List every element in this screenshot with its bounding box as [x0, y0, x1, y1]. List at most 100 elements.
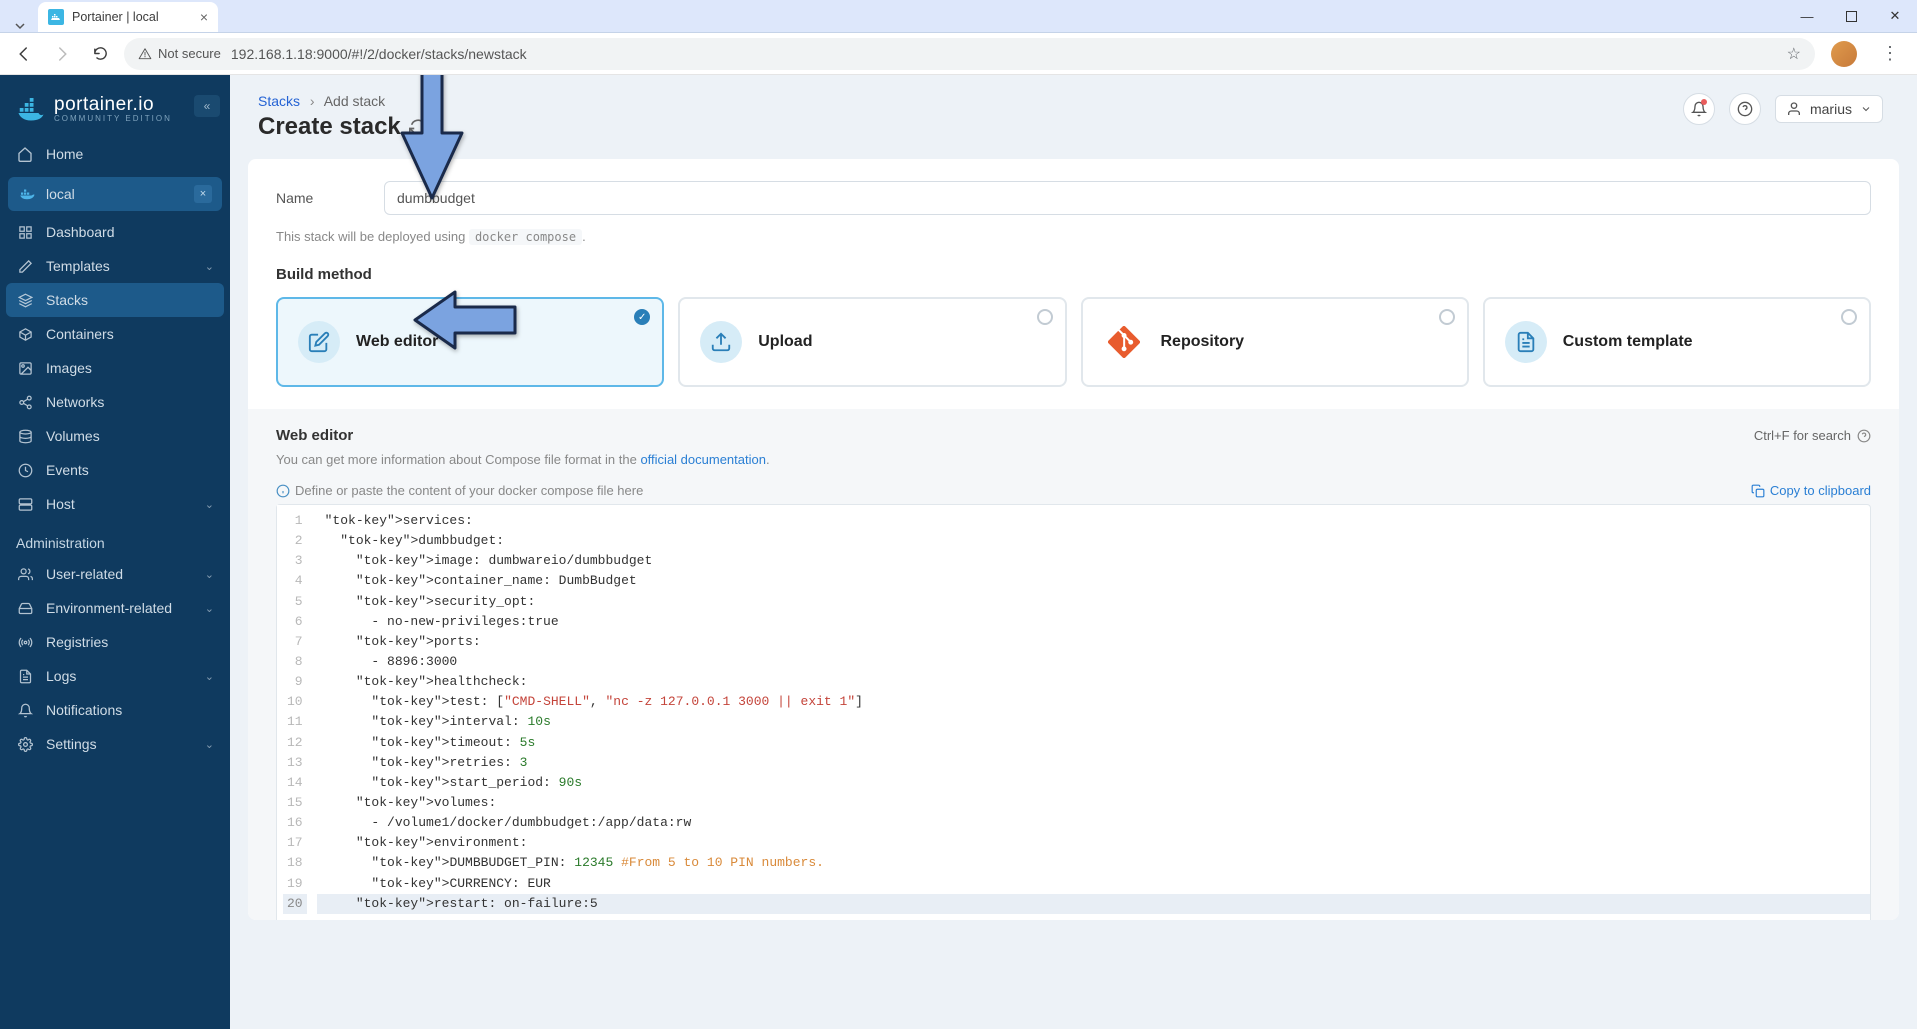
- build-method-custom-template[interactable]: Custom template: [1483, 297, 1871, 387]
- url-field[interactable]: Not secure 192.168.1.18:9000/#!/2/docker…: [124, 38, 1815, 70]
- search-hint: Ctrl+F for search: [1754, 428, 1871, 443]
- browser-tab-strip: Portainer | local × — ✕: [0, 0, 1917, 33]
- sidebar-label: User-related: [46, 566, 123, 582]
- sidebar-item-settings[interactable]: Settings ⌄: [0, 727, 230, 761]
- sidebar-item-logs[interactable]: Logs ⌄: [0, 659, 230, 693]
- chevron-down-icon: ⌄: [205, 260, 214, 273]
- security-badge[interactable]: Not secure: [138, 46, 221, 61]
- sidebar-item-home[interactable]: Home: [0, 137, 230, 171]
- database-icon: [16, 429, 34, 444]
- browser-menu-icon[interactable]: ⋮: [1873, 43, 1907, 64]
- browser-tab[interactable]: Portainer | local ×: [38, 2, 218, 32]
- sidebar-item-dashboard[interactable]: Dashboard: [0, 215, 230, 249]
- layers-icon: [16, 293, 34, 308]
- docker-icon: [18, 185, 36, 203]
- edit-icon: [298, 321, 340, 363]
- template-icon: [1505, 321, 1547, 363]
- environment-close-icon[interactable]: ×: [194, 185, 212, 203]
- home-icon: [16, 146, 34, 162]
- build-method-repository[interactable]: Repository: [1081, 297, 1469, 387]
- username-label: marius: [1810, 101, 1852, 117]
- sidebar-label: Home: [46, 146, 83, 162]
- sidebar: portainer.io COMMUNITY EDITION « Home lo…: [0, 75, 230, 1029]
- nav-reload-icon[interactable]: [86, 40, 114, 68]
- grid-icon: [16, 225, 34, 240]
- breadcrumb-current: Add stack: [324, 93, 385, 109]
- sidebar-label: Logs: [46, 668, 76, 684]
- sidebar-item-images[interactable]: Images: [0, 351, 230, 385]
- sidebar-environment-pill[interactable]: local ×: [8, 177, 222, 211]
- sidebar-logo: portainer.io COMMUNITY EDITION «: [0, 85, 230, 137]
- sidebar-label: Dashboard: [46, 224, 115, 240]
- sidebar-item-registries[interactable]: Registries: [0, 625, 230, 659]
- box-icon: [16, 327, 34, 342]
- users-icon: [16, 567, 34, 582]
- build-method-upload[interactable]: Upload: [678, 297, 1066, 387]
- build-method-heading: Build method: [276, 266, 1871, 283]
- sidebar-item-notifications[interactable]: Notifications: [0, 693, 230, 727]
- tab-close-icon[interactable]: ×: [200, 9, 208, 25]
- sidebar-item-networks[interactable]: Networks: [0, 385, 230, 419]
- page-title: Create stack: [258, 113, 427, 141]
- refresh-icon[interactable]: [409, 118, 427, 136]
- notifications-button[interactable]: [1683, 93, 1715, 125]
- docs-link[interactable]: official documentation: [640, 452, 766, 467]
- upload-icon: [700, 321, 742, 363]
- chevron-down-icon: ⌄: [205, 602, 214, 615]
- method-label: Upload: [758, 333, 812, 351]
- compose-code-editor[interactable]: 1234567891011121314151617181920 "tok-key…: [276, 504, 1871, 920]
- sidebar-section-header: Administration: [0, 521, 230, 557]
- form-panel: Name This stack will be deployed using d…: [248, 159, 1899, 920]
- chevron-down-icon: [1860, 103, 1872, 115]
- window-maximize-icon[interactable]: [1829, 0, 1873, 33]
- info-icon: [276, 484, 290, 498]
- brand-edition: COMMUNITY EDITION: [54, 114, 172, 123]
- sidebar-collapse-button[interactable]: «: [194, 95, 220, 117]
- help-icon[interactable]: [1857, 429, 1871, 443]
- window-close-icon[interactable]: ✕: [1873, 0, 1917, 33]
- not-secure-label: Not secure: [158, 46, 221, 61]
- breadcrumb: Stacks › Add stack: [258, 93, 427, 109]
- build-method-web-editor[interactable]: Web editor ✓: [276, 297, 664, 387]
- profile-avatar[interactable]: [1831, 41, 1857, 67]
- radio-unchecked-icon: [1439, 309, 1455, 325]
- window-minimize-icon[interactable]: —: [1785, 0, 1829, 33]
- sidebar-item-env-related[interactable]: Environment-related ⌄: [0, 591, 230, 625]
- tab-title: Portainer | local: [72, 10, 159, 24]
- sidebar-label: Registries: [46, 634, 108, 650]
- help-icon: [1737, 101, 1753, 117]
- help-button[interactable]: [1729, 93, 1761, 125]
- sidebar-label: Notifications: [46, 702, 122, 718]
- sidebar-label: Volumes: [46, 428, 100, 444]
- bell-icon: [16, 703, 34, 718]
- sidebar-item-events[interactable]: Events: [0, 453, 230, 487]
- editor-heading: Web editor: [276, 427, 353, 444]
- user-menu-button[interactable]: marius: [1775, 95, 1883, 123]
- breadcrumb-link-stacks[interactable]: Stacks: [258, 93, 300, 109]
- chevron-down-icon: ⌄: [205, 670, 214, 683]
- nav-back-icon[interactable]: [10, 40, 38, 68]
- sidebar-item-containers[interactable]: Containers: [0, 317, 230, 351]
- chevron-down-icon: ⌄: [205, 498, 214, 511]
- sidebar-label: Templates: [46, 258, 110, 274]
- radio-checked-icon: ✓: [634, 309, 650, 325]
- sidebar-item-templates[interactable]: Templates ⌄: [0, 249, 230, 283]
- copy-to-clipboard-button[interactable]: Copy to clipboard: [1751, 483, 1871, 498]
- sidebar-item-stacks[interactable]: Stacks: [6, 283, 224, 317]
- sidebar-item-user-related[interactable]: User-related ⌄: [0, 557, 230, 591]
- disc-icon: [16, 361, 34, 376]
- file-text-icon: [16, 669, 34, 684]
- bookmark-star-icon[interactable]: ☆: [1787, 44, 1801, 64]
- stack-name-input[interactable]: [384, 181, 1871, 215]
- browser-address-bar: Not secure 192.168.1.18:9000/#!/2/docker…: [0, 33, 1917, 75]
- edit-icon: [16, 259, 34, 274]
- deploy-hint: This stack will be deployed using docker…: [276, 229, 1871, 244]
- editor-placeholder-hint: Define or paste the content of your dock…: [295, 483, 643, 498]
- sidebar-item-volumes[interactable]: Volumes: [0, 419, 230, 453]
- radio-unchecked-icon: [1841, 309, 1857, 325]
- copy-icon: [1751, 484, 1765, 498]
- sidebar-item-host[interactable]: Host ⌄: [0, 487, 230, 521]
- tab-dropdown-icon[interactable]: [6, 20, 34, 32]
- sidebar-label: Environment-related: [46, 600, 172, 616]
- hard-drive-icon: [16, 601, 34, 616]
